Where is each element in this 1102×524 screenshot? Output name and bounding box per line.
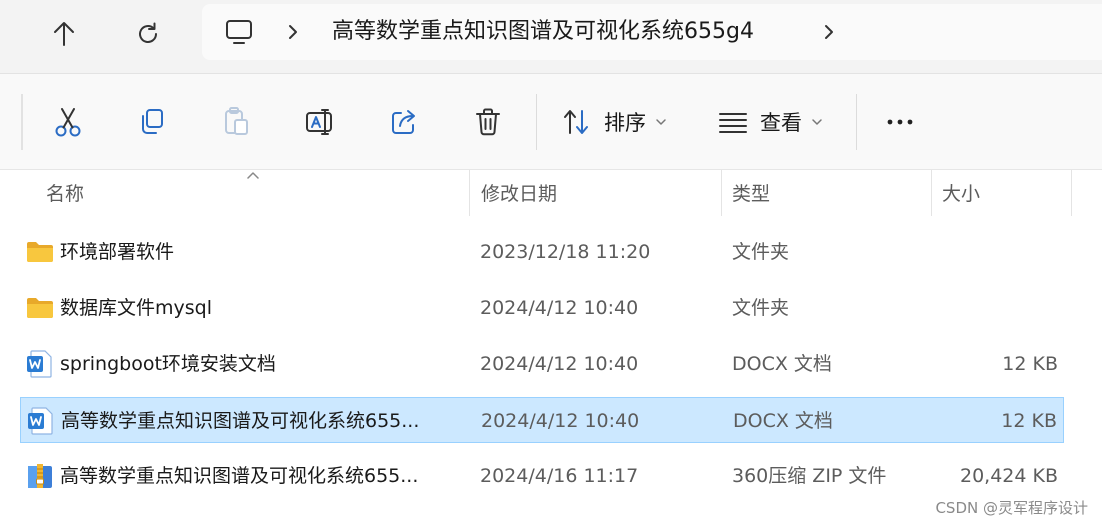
view-list-icon [719, 113, 747, 133]
file-date: 2024/4/12 10:40 [480, 353, 639, 375]
arrow-up-icon [54, 22, 74, 46]
view-menu-button[interactable]: 查看 [718, 104, 824, 140]
up-button[interactable] [44, 14, 84, 54]
folder-icon [27, 298, 53, 318]
toolbar-separator [856, 94, 857, 150]
cut-button[interactable] [50, 104, 86, 140]
file-date: 2024/4/12 10:40 [481, 410, 640, 432]
file-size: 12 KB [1002, 353, 1058, 375]
address-path[interactable]: 高等数学重点知识图谱及可视化系统655g4 [332, 16, 754, 48]
refresh-icon [139, 22, 157, 43]
refresh-button[interactable] [128, 14, 168, 54]
file-date: 2023/12/18 11:20 [480, 241, 651, 263]
list-item[interactable]: 高等数学重点知识图谱及可视化系统655... 2024/4/16 11:17 3… [20, 453, 1064, 499]
file-date: 2024/4/16 11:17 [480, 465, 639, 487]
file-name: 高等数学重点知识图谱及可视化系统655... [60, 465, 419, 487]
file-type: 360压缩 ZIP 文件 [732, 465, 887, 487]
copy-icon [142, 109, 163, 134]
word-doc-icon [28, 407, 53, 435]
column-header-row: 名称 修改日期 类型 大小 [0, 170, 1102, 216]
watermark-text: CSDN @灵军程序设计 [935, 499, 1088, 517]
file-type: 文件夹 [732, 297, 790, 319]
copy-button[interactable] [134, 104, 170, 140]
toolbar-edge [21, 94, 23, 150]
sort-icon [564, 110, 588, 134]
file-date: 2024/4/12 10:40 [480, 297, 639, 319]
address-bar-area: 高等数学重点知识图谱及可视化系统655g4 [0, 0, 1102, 74]
column-header-size[interactable]: 大小 [942, 170, 980, 216]
rename-button[interactable] [302, 104, 338, 140]
rename-icon [306, 109, 332, 135]
column-divider[interactable] [721, 170, 722, 216]
file-name: springboot环境安装文档 [60, 353, 276, 375]
chevron-right-icon[interactable] [822, 23, 836, 41]
more-icon [887, 119, 913, 125]
file-name: 数据库文件mysql [60, 297, 212, 319]
sort-label: 排序 [604, 111, 646, 135]
column-header-name[interactable]: 名称 [46, 170, 84, 216]
column-divider[interactable] [469, 170, 470, 216]
file-name: 高等数学重点知识图谱及可视化系统655... [61, 410, 420, 432]
file-type: DOCX 文档 [733, 410, 833, 432]
column-divider[interactable] [1071, 170, 1072, 216]
paste-button[interactable] [218, 104, 254, 140]
list-item-selected[interactable]: 高等数学重点知识图谱及可视化系统655... 2024/4/12 10:40 D… [20, 397, 1064, 443]
sort-menu-button[interactable]: 排序 [562, 104, 668, 140]
file-type: 文件夹 [732, 241, 790, 263]
more-options-button[interactable] [882, 104, 918, 140]
command-bar: 排序 查看 [0, 74, 1102, 170]
address-box[interactable]: 高等数学重点知识图谱及可视化系统655g4 [202, 4, 1102, 60]
column-divider[interactable] [931, 170, 932, 216]
chevron-down-icon [812, 119, 822, 125]
file-type: DOCX 文档 [732, 353, 832, 375]
list-item[interactable]: 环境部署软件 2023/12/18 11:20 文件夹 [20, 229, 1064, 275]
folder-icon [27, 242, 53, 262]
sort-ascending-icon [247, 172, 259, 179]
chevron-right-icon[interactable] [286, 23, 300, 41]
trash-icon [476, 108, 500, 136]
this-pc-icon [226, 20, 252, 44]
column-header-date[interactable]: 修改日期 [481, 170, 557, 216]
toolbar-separator [536, 94, 537, 150]
list-item[interactable]: 数据库文件mysql 2024/4/12 10:40 文件夹 [20, 285, 1064, 331]
share-icon [392, 110, 415, 134]
delete-button[interactable] [470, 104, 506, 140]
clipboard-icon [225, 107, 248, 135]
view-label: 查看 [760, 111, 802, 135]
zip-archive-icon [28, 464, 52, 488]
file-name: 环境部署软件 [60, 241, 175, 263]
column-header-type[interactable]: 类型 [732, 170, 770, 216]
chevron-down-icon [656, 119, 666, 125]
scissors-icon [55, 108, 81, 137]
file-size: 12 KB [1001, 410, 1057, 432]
file-size: 20,424 KB [959, 465, 1058, 487]
list-item[interactable]: springboot环境安装文档 2024/4/12 10:40 DOCX 文档… [20, 341, 1064, 387]
file-explorer-window: 高等数学重点知识图谱及可视化系统655g4 排序 查看 名称 修改日期 类型 大… [0, 0, 1102, 524]
share-button[interactable] [386, 104, 422, 140]
word-doc-icon [27, 350, 52, 378]
